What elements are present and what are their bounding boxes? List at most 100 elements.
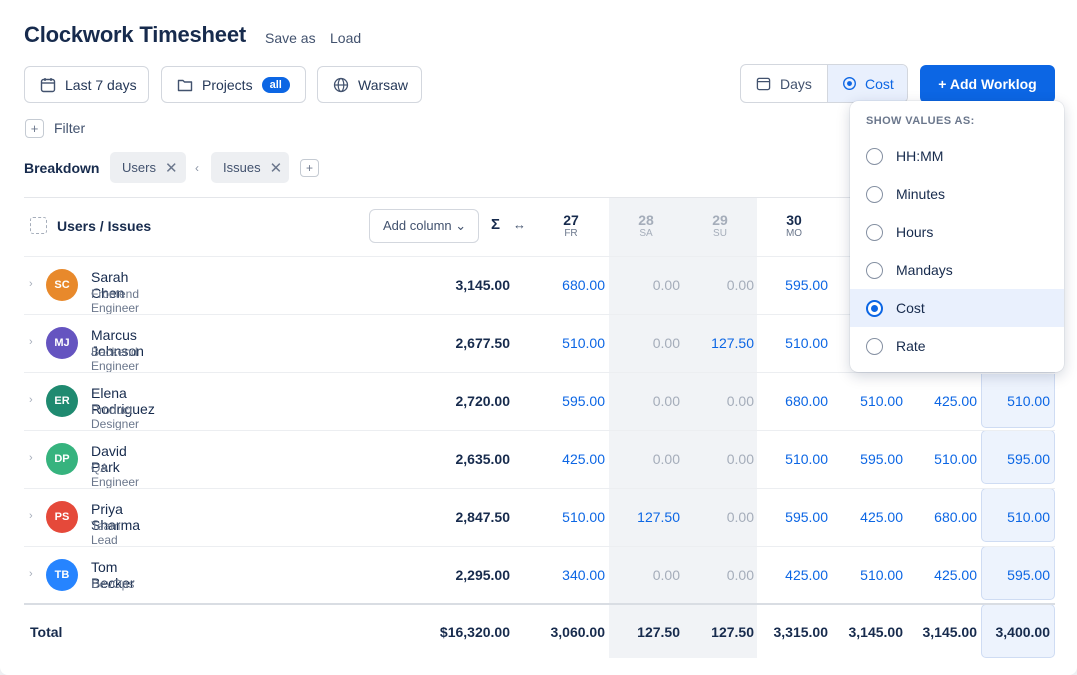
chevron-right-icon[interactable]: › [29,394,33,406]
value-cell[interactable]: 0.00 [610,567,680,583]
chevron-right-icon[interactable]: › [29,336,33,348]
dropdown-option-hhmm[interactable]: HH:MM [850,137,1064,175]
dropdown-option-rate[interactable]: Rate [850,327,1064,365]
value-cell[interactable]: 510.00 [535,509,605,525]
dropdown-option-hours[interactable]: Hours [850,213,1064,251]
value-cell[interactable]: 510.00 [758,335,828,351]
value-cell[interactable]: 0.00 [610,277,680,293]
radio-button[interactable] [866,147,883,165]
value-cell[interactable]: 680.00 [907,509,977,525]
chip-label: Users [122,160,156,175]
load-link[interactable]: Load [330,30,361,46]
value-cell[interactable]: 510.00 [980,393,1050,409]
avatar: PS [46,501,78,533]
total-cell: 127.50 [637,624,680,640]
option-label: Cost [896,300,925,316]
radio-button[interactable] [866,299,883,317]
dropdown-option-minutes[interactable]: Minutes [850,175,1064,213]
user-role: Frontend Engineer [91,287,140,315]
day-name: SA [639,228,653,239]
save-as-link[interactable]: Save as [265,30,316,46]
value-cell[interactable]: 0.00 [610,335,680,351]
chevron-right-icon[interactable]: › [29,568,33,580]
value-cell[interactable]: 0.00 [684,451,754,467]
radio-button[interactable] [866,223,883,241]
chevron-right-icon[interactable]: › [29,510,33,522]
folder-icon [177,79,193,91]
value-cell[interactable]: 595.00 [833,451,903,467]
value-cell[interactable]: 510.00 [535,335,605,351]
cost-toggle-label: Cost [865,75,894,92]
chevron-right-icon[interactable]: › [29,278,33,290]
row-total: 2,677.50 [455,335,511,351]
value-cell[interactable]: 425.00 [758,567,828,583]
avatar: DP [46,443,78,475]
close-icon[interactable]: ✕ [165,159,178,177]
weekend-columns [609,198,757,658]
dropdown-option-mandays[interactable]: Mandays [850,251,1064,289]
radio-button[interactable] [866,337,883,355]
row-total: 2,635.00 [455,451,511,467]
value-cell[interactable]: 510.00 [833,567,903,583]
day-name: FR [564,228,578,239]
value-cell[interactable]: 510.00 [907,451,977,467]
value-cell[interactable]: 510.00 [980,509,1050,525]
date-range-button[interactable]: Last 7 days [24,66,149,103]
row-divider [24,372,1055,373]
day-number: 27 [563,212,579,228]
value-cell[interactable]: 425.00 [833,509,903,525]
value-cell[interactable]: 595.00 [758,509,828,525]
chevron-right-icon[interactable]: › [29,452,33,464]
cost-toggle[interactable]: Cost [827,65,907,102]
value-cell[interactable]: 510.00 [833,393,903,409]
radio-button[interactable] [866,261,883,279]
add-column-button[interactable]: Add column ⌄ [369,209,479,243]
value-cell[interactable]: 595.00 [980,567,1050,583]
total-label: Total [30,624,63,640]
value-cell[interactable]: 425.00 [907,567,977,583]
value-cell[interactable]: 127.50 [684,335,754,351]
add-filter-button[interactable]: + [25,119,44,138]
value-cell[interactable]: 510.00 [758,451,828,467]
day-header: 27 FR [541,212,601,240]
value-cell[interactable]: 0.00 [684,567,754,583]
avatar: ER [46,385,78,417]
row-divider [24,546,1055,547]
projects-badge: all [261,76,290,93]
projects-button[interactable]: Projects all [161,66,306,103]
days-toggle[interactable]: Days [741,65,827,102]
radio-button[interactable] [866,185,883,203]
expand-arrows-icon[interactable]: ↔ [513,217,526,232]
avatar: TB [46,559,78,591]
timezone-button[interactable]: Warsaw [317,66,422,103]
add-worklog-button[interactable]: + Add Worklog [920,65,1055,103]
close-icon[interactable]: ✕ [270,159,283,177]
day-header: 30 MO [764,212,824,240]
sigma-icon[interactable]: Σ [491,216,500,233]
filter-label[interactable]: Filter [54,120,85,136]
breakdown-chip-issues[interactable]: Issues ✕ [211,152,289,183]
value-cell[interactable]: 0.00 [684,393,754,409]
breakdown-chip-users[interactable]: Users ✕ [110,152,186,183]
select-all-checkbox[interactable] [30,217,47,234]
value-cell[interactable]: 595.00 [980,451,1050,467]
value-cell[interactable]: 0.00 [610,451,680,467]
value-cell[interactable]: 0.00 [684,509,754,525]
value-cell[interactable]: 0.00 [610,393,680,409]
value-cell[interactable]: 425.00 [535,451,605,467]
add-breakdown-button[interactable]: + [300,159,319,177]
timezone-label: Warsaw [358,76,409,93]
value-cell[interactable]: 425.00 [907,393,977,409]
value-cell[interactable]: 127.50 [610,509,680,525]
value-cell[interactable]: 0.00 [684,277,754,293]
option-label: HH:MM [896,148,944,164]
dropdown-option-cost[interactable]: Cost [850,289,1064,327]
day-number: 30 [786,212,802,228]
value-cell[interactable]: 340.00 [535,567,605,583]
value-cell[interactable]: 595.00 [758,277,828,293]
value-cell[interactable]: 595.00 [535,393,605,409]
value-cell[interactable]: 680.00 [758,393,828,409]
value-cell[interactable]: 680.00 [535,277,605,293]
user-role: Backend Engineer [91,345,140,373]
total-cell: 127.50 [711,624,754,640]
